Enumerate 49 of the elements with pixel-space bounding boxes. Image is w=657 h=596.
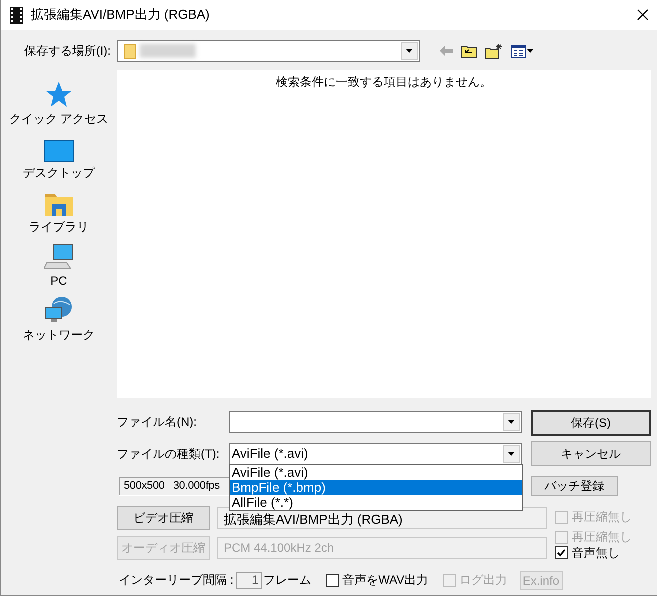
place-item[interactable]: ネットワーク bbox=[23, 294, 95, 348]
file-name-field[interactable] bbox=[229, 411, 522, 433]
monitor-icon bbox=[44, 140, 74, 162]
place-item[interactable]: デスクトップ bbox=[23, 132, 95, 186]
checkbox[interactable] bbox=[326, 574, 339, 586]
caret-icon bbox=[406, 49, 413, 53]
field-label: ファイルの種類(T): bbox=[117, 446, 221, 463]
unit-label: フレーム bbox=[264, 572, 312, 589]
checkbox-label: 音声無し bbox=[572, 544, 620, 562]
caret-icon bbox=[508, 452, 515, 456]
dropdown-option[interactable]: BmpFile (*.bmp) bbox=[230, 480, 522, 495]
dropdown-arrow-button[interactable] bbox=[503, 413, 520, 431]
checkbox-label: 音声をWAV出力 bbox=[342, 572, 429, 589]
dropdown-arrow-button[interactable] bbox=[503, 445, 520, 463]
codec-field: PCM 44.100kHz 2ch bbox=[217, 537, 547, 559]
place-item[interactable]: ライブラリ bbox=[29, 186, 89, 240]
save-button[interactable]: 保存(S) bbox=[531, 410, 651, 436]
dropdown-arrow-button[interactable] bbox=[401, 42, 418, 60]
caret-icon bbox=[508, 420, 515, 424]
interleave-field[interactable]: 1 bbox=[236, 572, 262, 588]
folder-icon bbox=[45, 192, 73, 216]
grid-view-icon bbox=[511, 44, 526, 58]
view-menu-button[interactable] bbox=[511, 44, 534, 58]
new-folder-icon[interactable] bbox=[485, 44, 503, 58]
blurred-region bbox=[140, 44, 196, 58]
checkbox-label: 再圧縮無し bbox=[572, 529, 632, 546]
checkbox-label: ログ出力 bbox=[460, 572, 508, 589]
file-list[interactable]: 検索条件に一致する項目はありません。 bbox=[117, 70, 651, 398]
folder-icon bbox=[124, 44, 136, 58]
place-item[interactable]: PC bbox=[44, 240, 74, 294]
cancel-button[interactable]: キャンセル bbox=[531, 441, 651, 466]
close-icon[interactable] bbox=[637, 9, 649, 21]
empty-message: 検索条件に一致する項目はありません。 bbox=[276, 74, 492, 91]
field-label: 保存する場所(I): bbox=[23, 43, 112, 60]
location-dropdown[interactable] bbox=[117, 40, 420, 62]
batch-button[interactable]: バッチ登録 bbox=[531, 476, 618, 496]
film-strip-icon bbox=[10, 6, 23, 24]
checkbox-label: 再圧縮無し bbox=[572, 509, 632, 526]
up-folder-icon[interactable] bbox=[461, 44, 477, 58]
caret-icon bbox=[527, 49, 534, 53]
place-item[interactable]: クイック アクセス bbox=[9, 78, 109, 132]
video-compress-button[interactable]: ビデオ圧縮 bbox=[117, 506, 210, 530]
file-type-dropdown[interactable]: AviFile (*.avi) bbox=[229, 443, 522, 465]
star-icon bbox=[45, 82, 73, 108]
computer-icon bbox=[44, 244, 74, 270]
network-icon bbox=[44, 296, 74, 324]
window-title: 拡張編集AVI/BMP出力 (RGBA) bbox=[31, 6, 210, 24]
field-label: インターリーブ間隔 : bbox=[119, 572, 234, 589]
field-label: ファイル名(N): bbox=[117, 414, 198, 431]
